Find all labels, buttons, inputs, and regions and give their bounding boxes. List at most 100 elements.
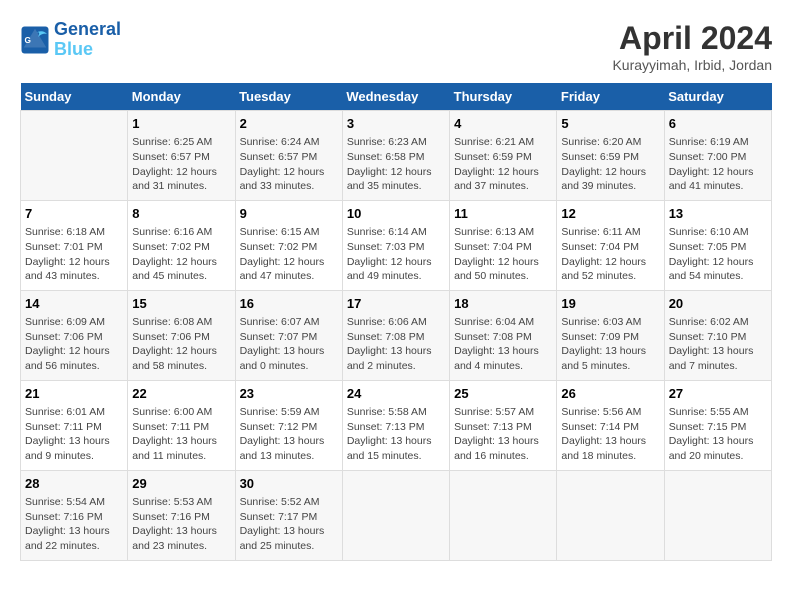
calendar-cell: 2Sunrise: 6:24 AMSunset: 6:57 PMDaylight…: [235, 111, 342, 201]
day-number: 11: [454, 205, 552, 223]
week-row-2: 7 Sunrise: 6:18 AMSunset: 7:01 PMDaylight…: [21, 200, 772, 290]
day-info: Sunrise: 6:21 AMSunset: 6:59 PMDaylight:…: [454, 135, 552, 194]
day-info: Sunrise: 6:25 AMSunset: 6:57 PMDaylight:…: [132, 135, 230, 194]
day-number: 17: [347, 295, 445, 313]
day-info: Sunrise: 5:59 AMSunset: 7:12 PMDaylight:…: [240, 405, 338, 464]
day-info: Sunrise: 6:13 AMSunset: 7:04 PMDaylight:…: [454, 225, 552, 284]
day-number: 9: [240, 205, 338, 223]
logo: G General Blue: [20, 20, 121, 60]
calendar-cell: 7 Sunrise: 6:18 AMSunset: 7:01 PMDaylight…: [21, 200, 128, 290]
day-info: Sunrise: 6:00 AMSunset: 7:11 PMDaylight:…: [132, 405, 230, 464]
day-number: 16: [240, 295, 338, 313]
day-number: 27: [669, 385, 767, 403]
calendar-cell: 20Sunrise: 6:02 AMSunset: 7:10 PMDayligh…: [664, 290, 771, 380]
calendar-cell: 5Sunrise: 6:20 AMSunset: 6:59 PMDaylight…: [557, 111, 664, 201]
calendar-cell: [21, 111, 128, 201]
calendar-cell: 15 Sunrise: 6:08 AMSunset: 7:06 PMDayligh…: [128, 290, 235, 380]
calendar-cell: 8 Sunrise: 6:16 AMSunset: 7:02 PMDaylight…: [128, 200, 235, 290]
calendar-cell: 18 Sunrise: 6:04 AMSunset: 7:08 PMDayligh…: [450, 290, 557, 380]
day-info: Sunrise: 6:15 AMSunset: 7:02 PMDaylight:…: [240, 225, 338, 284]
calendar-cell: 30 Sunrise: 5:52 AMSunset: 7:17 PMDayligh…: [235, 470, 342, 560]
calendar-cell: [557, 470, 664, 560]
week-row-4: 21 Sunrise: 6:01 AMSunset: 7:11 PMDayligh…: [21, 380, 772, 470]
day-number: 14: [25, 295, 123, 313]
calendar-cell: 9 Sunrise: 6:15 AMSunset: 7:02 PMDaylight…: [235, 200, 342, 290]
day-info: Sunrise: 6:09 AMSunset: 7:06 PMDaylight:…: [25, 315, 123, 374]
calendar-cell: 25 Sunrise: 5:57 AMSunset: 7:13 PMDayligh…: [450, 380, 557, 470]
calendar-cell: 10 Sunrise: 6:14 AMSunset: 7:03 PMDayligh…: [342, 200, 449, 290]
day-info: Sunrise: 6:14 AMSunset: 7:03 PMDaylight:…: [347, 225, 445, 284]
day-info: Sunrise: 6:24 AMSunset: 6:57 PMDaylight:…: [240, 135, 338, 194]
title-block: April 2024 Kurayyimah, Irbid, Jordan: [612, 20, 772, 73]
page-header: G General Blue April 2024 Kurayyimah, Ir…: [20, 20, 772, 73]
day-info: Sunrise: 5:56 AMSunset: 7:14 PMDaylight:…: [561, 405, 659, 464]
day-header-wednesday: Wednesday: [342, 83, 449, 111]
day-number: 13: [669, 205, 767, 223]
calendar-cell: 27 Sunrise: 5:55 AMSunset: 7:15 PMDayligh…: [664, 380, 771, 470]
calendar-cell: 19 Sunrise: 6:03 AMSunset: 7:09 PMDayligh…: [557, 290, 664, 380]
day-info: Sunrise: 5:52 AMSunset: 7:17 PMDaylight:…: [240, 495, 338, 554]
day-number: 15: [132, 295, 230, 313]
day-number: 30: [240, 475, 338, 493]
day-number: 6: [669, 115, 767, 133]
day-number: 29: [132, 475, 230, 493]
calendar-cell: 11 Sunrise: 6:13 AMSunset: 7:04 PMDayligh…: [450, 200, 557, 290]
calendar-cell: 23 Sunrise: 5:59 AMSunset: 7:12 PMDayligh…: [235, 380, 342, 470]
day-header-tuesday: Tuesday: [235, 83, 342, 111]
logo-icon: G: [20, 25, 50, 55]
week-row-1: 1 Sunrise: 6:25 AMSunset: 6:57 PMDaylight…: [21, 111, 772, 201]
day-number: 22: [132, 385, 230, 403]
day-info: Sunrise: 5:57 AMSunset: 7:13 PMDaylight:…: [454, 405, 552, 464]
day-info: Sunrise: 6:04 AMSunset: 7:08 PMDaylight:…: [454, 315, 552, 374]
location: Kurayyimah, Irbid, Jordan: [612, 57, 772, 73]
calendar-cell: 12 Sunrise: 6:11 AMSunset: 7:04 PMDayligh…: [557, 200, 664, 290]
week-row-5: 28Sunrise: 5:54 AMSunset: 7:16 PMDayligh…: [21, 470, 772, 560]
day-header-monday: Monday: [128, 83, 235, 111]
day-number: 7: [25, 205, 123, 223]
day-info: Sunrise: 6:01 AMSunset: 7:11 PMDaylight:…: [25, 405, 123, 464]
day-info: Sunrise: 6:16 AMSunset: 7:02 PMDaylight:…: [132, 225, 230, 284]
day-info: Sunrise: 5:58 AMSunset: 7:13 PMDaylight:…: [347, 405, 445, 464]
day-info: Sunrise: 6:03 AMSunset: 7:09 PMDaylight:…: [561, 315, 659, 374]
day-number: 21: [25, 385, 123, 403]
day-info: Sunrise: 6:02 AMSunset: 7:10 PMDaylight:…: [669, 315, 767, 374]
day-number: 19: [561, 295, 659, 313]
day-info: Sunrise: 6:07 AMSunset: 7:07 PMDaylight:…: [240, 315, 338, 374]
svg-text:G: G: [25, 36, 31, 45]
logo-text: General Blue: [54, 20, 121, 60]
calendar-cell: 22 Sunrise: 6:00 AMSunset: 7:11 PMDayligh…: [128, 380, 235, 470]
week-row-3: 14 Sunrise: 6:09 AMSunset: 7:06 PMDayligh…: [21, 290, 772, 380]
logo-line2: Blue: [54, 39, 93, 59]
day-number: 5: [561, 115, 659, 133]
day-header-thursday: Thursday: [450, 83, 557, 111]
day-info: Sunrise: 5:53 AMSunset: 7:16 PMDaylight:…: [132, 495, 230, 554]
day-header-sunday: Sunday: [21, 83, 128, 111]
day-number: 12: [561, 205, 659, 223]
calendar-cell: 26 Sunrise: 5:56 AMSunset: 7:14 PMDayligh…: [557, 380, 664, 470]
day-number: 10: [347, 205, 445, 223]
day-info: Sunrise: 6:10 AMSunset: 7:05 PMDaylight:…: [669, 225, 767, 284]
calendar-cell: 16 Sunrise: 6:07 AMSunset: 7:07 PMDayligh…: [235, 290, 342, 380]
day-number: 23: [240, 385, 338, 403]
calendar-cell: [450, 470, 557, 560]
logo-line1: General: [54, 19, 121, 39]
day-number: 1: [132, 115, 230, 133]
calendar-cell: 17 Sunrise: 6:06 AMSunset: 7:08 PMDayligh…: [342, 290, 449, 380]
day-number: 8: [132, 205, 230, 223]
calendar-body: 1 Sunrise: 6:25 AMSunset: 6:57 PMDaylight…: [21, 111, 772, 561]
day-header-saturday: Saturday: [664, 83, 771, 111]
day-number: 4: [454, 115, 552, 133]
day-info: Sunrise: 5:55 AMSunset: 7:15 PMDaylight:…: [669, 405, 767, 464]
day-number: 25: [454, 385, 552, 403]
day-info: Sunrise: 6:11 AMSunset: 7:04 PMDaylight:…: [561, 225, 659, 284]
calendar-table: SundayMondayTuesdayWednesdayThursdayFrid…: [20, 83, 772, 561]
month-title: April 2024: [612, 20, 772, 57]
day-info: Sunrise: 6:06 AMSunset: 7:08 PMDaylight:…: [347, 315, 445, 374]
day-number: 18: [454, 295, 552, 313]
calendar-cell: 4 Sunrise: 6:21 AMSunset: 6:59 PMDaylight…: [450, 111, 557, 201]
day-info: Sunrise: 6:18 AMSunset: 7:01 PMDaylight:…: [25, 225, 123, 284]
calendar-cell: 1 Sunrise: 6:25 AMSunset: 6:57 PMDaylight…: [128, 111, 235, 201]
day-info: Sunrise: 6:08 AMSunset: 7:06 PMDaylight:…: [132, 315, 230, 374]
day-number: 26: [561, 385, 659, 403]
calendar-cell: [664, 470, 771, 560]
